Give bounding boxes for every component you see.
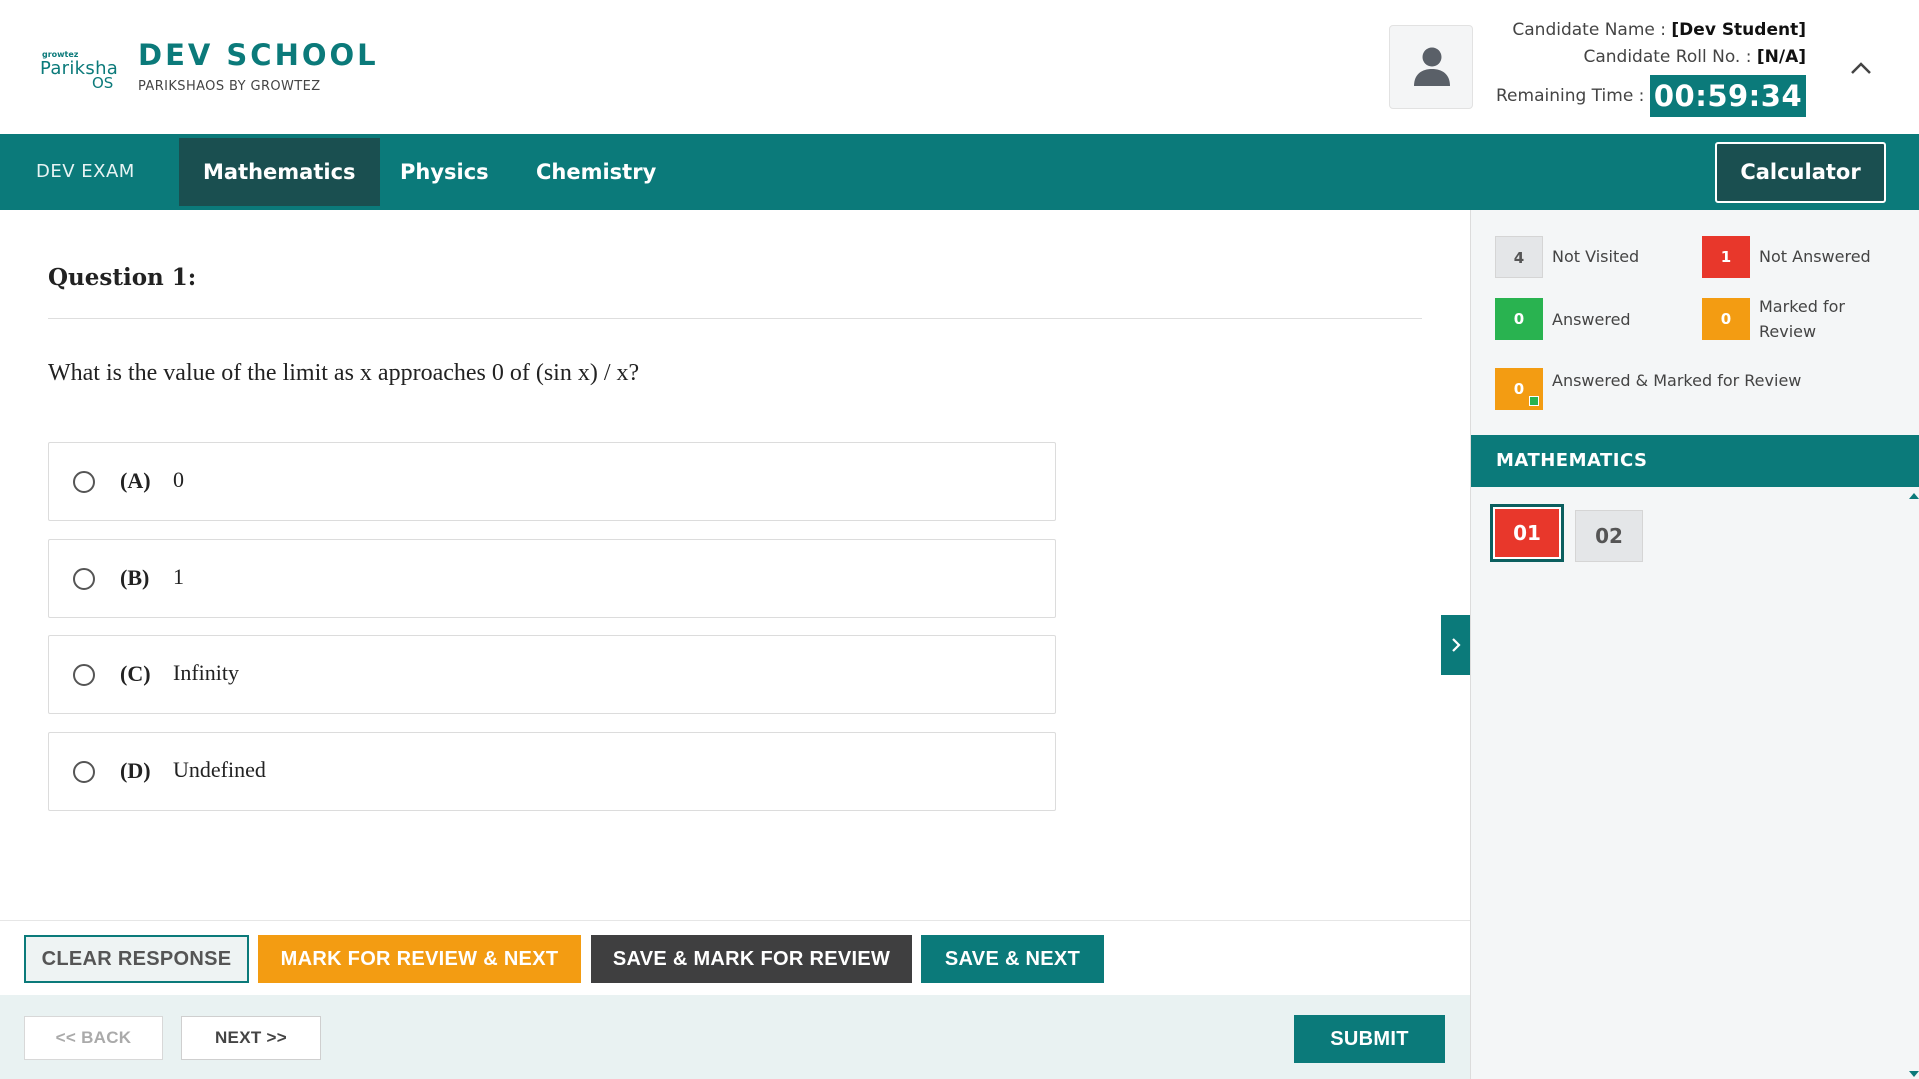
palette-scrollbar[interactable] bbox=[1908, 487, 1919, 1079]
avatar bbox=[1389, 25, 1473, 109]
option-b-radio[interactable] bbox=[73, 568, 95, 590]
tab-mathematics[interactable]: Mathematics bbox=[179, 138, 380, 206]
not-visited-count: 4 bbox=[1495, 236, 1543, 278]
answered-count: 0 bbox=[1495, 298, 1543, 340]
option-d-radio[interactable] bbox=[73, 761, 95, 783]
chevron-right-icon bbox=[1452, 638, 1461, 652]
answered-marked-label: Answered & Marked for Review bbox=[1552, 371, 1802, 390]
submit-button[interactable]: SUBMIT bbox=[1294, 1015, 1445, 1063]
not-answered-label: Not Answered bbox=[1759, 247, 1871, 266]
pariksha-os-logo: growtez Pariksha OS bbox=[40, 50, 118, 92]
school-name: DEV SCHOOL bbox=[138, 38, 379, 72]
option-c-text: Infinity bbox=[173, 660, 239, 685]
candidate-roll-value: [N/A] bbox=[1756, 47, 1806, 67]
back-button[interactable]: << BACK bbox=[24, 1016, 163, 1060]
not-visited-label: Not Visited bbox=[1552, 247, 1640, 266]
option-c[interactable]: (C) Infinity bbox=[48, 635, 1056, 714]
answered-marker-dot bbox=[1529, 396, 1539, 406]
option-d-text: Undefined bbox=[173, 757, 266, 782]
toggle-panel-button[interactable] bbox=[1441, 615, 1471, 675]
marked-for-review-count: 0 bbox=[1702, 298, 1750, 340]
not-answered-count: 1 bbox=[1702, 236, 1750, 278]
option-c-radio[interactable] bbox=[73, 664, 95, 686]
option-d-letter: (D) bbox=[120, 758, 151, 783]
question-palette-panel: 4 Not Visited 1 Not Answered 0 Answered … bbox=[1470, 210, 1919, 1079]
palette-question-02[interactable]: 02 bbox=[1575, 510, 1643, 562]
scroll-down-arrow-icon[interactable] bbox=[1909, 1071, 1919, 1077]
legend-marked-for-review: 0 Marked for Review bbox=[1702, 297, 1902, 348]
palette-section-title: MATHEMATICS bbox=[1471, 435, 1919, 487]
exam-name: DEV EXAM bbox=[36, 161, 135, 182]
option-b[interactable]: (B) 1 bbox=[48, 539, 1056, 618]
clear-response-button[interactable]: CLEAR RESPONSE bbox=[24, 935, 249, 983]
calculator-button[interactable]: Calculator bbox=[1715, 142, 1886, 203]
legend-not-visited: 4 Not Visited bbox=[1495, 236, 1695, 278]
next-button[interactable]: NEXT >> bbox=[181, 1016, 321, 1060]
palette-question-01[interactable]: 01 bbox=[1490, 504, 1564, 562]
option-a-radio[interactable] bbox=[73, 471, 95, 493]
save-next-button[interactable]: SAVE & NEXT bbox=[921, 935, 1104, 983]
candidate-name-label: Candidate Name : bbox=[1512, 20, 1672, 40]
school-subtitle: PARIKSHAOS BY GROWTEZ bbox=[138, 79, 321, 94]
answered-marked-count-value: 0 bbox=[1513, 380, 1525, 398]
tab-chemistry[interactable]: Chemistry bbox=[512, 138, 680, 206]
legend-answered-marked: 0 Answered & Marked for Review bbox=[1495, 368, 1895, 410]
action-bar: CLEAR RESPONSE MARK FOR REVIEW & NEXT SA… bbox=[0, 920, 1470, 995]
answered-label: Answered bbox=[1552, 310, 1631, 329]
candidate-name: Candidate Name : [Dev Student] bbox=[1512, 20, 1806, 40]
tab-physics[interactable]: Physics bbox=[376, 138, 513, 206]
option-a-text: 0 bbox=[173, 467, 184, 492]
question-title: Question 1: bbox=[48, 264, 197, 291]
candidate-roll: Candidate Roll No. : [N/A] bbox=[1583, 47, 1806, 67]
option-c-letter: (C) bbox=[120, 661, 151, 686]
option-b-text: 1 bbox=[173, 564, 184, 589]
option-d[interactable]: (D) Undefined bbox=[48, 732, 1056, 811]
question-area: Question 1: What is the value of the lim… bbox=[0, 210, 1471, 920]
user-icon bbox=[1414, 47, 1450, 86]
mark-for-review-next-button[interactable]: MARK FOR REVIEW & NEXT bbox=[258, 935, 581, 983]
remaining-time-label: Remaining Time : bbox=[1496, 86, 1645, 106]
option-a[interactable]: (A) 0 bbox=[48, 442, 1056, 521]
save-mark-for-review-button[interactable]: SAVE & MARK FOR REVIEW bbox=[591, 935, 912, 983]
candidate-name-value: [Dev Student] bbox=[1671, 20, 1806, 40]
countdown-timer: 00:59:34 bbox=[1650, 75, 1806, 117]
option-a-letter: (A) bbox=[120, 468, 151, 493]
navigation-bar: << BACK NEXT >> SUBMIT bbox=[0, 995, 1470, 1079]
logo-os-text: OS bbox=[92, 74, 114, 92]
legend-not-answered: 1 Not Answered bbox=[1702, 236, 1902, 278]
option-b-letter: (B) bbox=[120, 565, 150, 590]
subject-navbar: DEV EXAM Mathematics Physics Chemistry C… bbox=[0, 134, 1919, 210]
question-text: What is the value of the limit as x appr… bbox=[48, 360, 640, 386]
candidate-roll-label: Candidate Roll No. : bbox=[1583, 47, 1757, 67]
marked-for-review-label: Marked for Review bbox=[1759, 297, 1845, 341]
legend-answered: 0 Answered bbox=[1495, 298, 1695, 340]
answered-marked-count: 0 bbox=[1495, 368, 1543, 410]
collapse-header-button[interactable] bbox=[1844, 52, 1878, 82]
chevron-up-icon bbox=[1851, 62, 1871, 74]
scroll-up-arrow-icon[interactable] bbox=[1909, 493, 1919, 499]
question-divider bbox=[48, 318, 1422, 319]
header: growtez Pariksha OS DEV SCHOOL PARIKSHAO… bbox=[0, 0, 1919, 134]
